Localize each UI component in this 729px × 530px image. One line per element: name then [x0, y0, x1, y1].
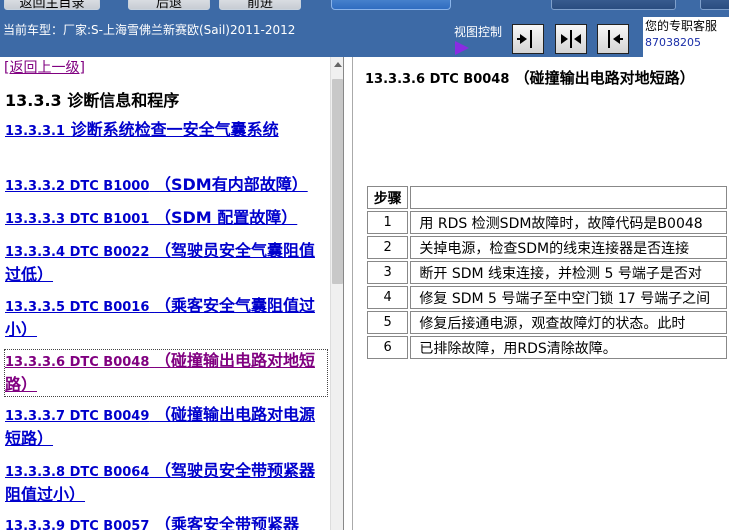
step-description: 已排除故障，用RDS清除故障。 [410, 336, 727, 359]
current-car-model: 当前车型：厂家:S-上海雪佛兰新赛欧(Sail)2011-2012 [3, 23, 296, 37]
table-header-row: 步骤 [367, 186, 727, 209]
toc-item-13-3-3-1[interactable]: 13.3.3.1 诊断系统检查一安全气囊系统 [5, 119, 327, 143]
table-row: 5 修复后接通电源，观查故障灯的状态。此时 [367, 311, 727, 334]
toc-item-13-3-3-4[interactable]: 13.3.3.4 DTC B0022 （驾驶员安全气囊阻值过低） [5, 240, 327, 286]
toc-item-code: 13.3.3.8 DTC B0064 [5, 465, 150, 480]
blue-panel-button[interactable] [331, 0, 451, 10]
step-number: 2 [367, 236, 409, 259]
view-control-arrow-icon [455, 41, 469, 55]
table-row: 4 修复 SDM 5 号端子至中空门锁 17 号端子之间 [367, 286, 727, 309]
toc-item-code: 13.3.3.1 [5, 124, 66, 139]
toolbar-dark-button[interactable] [551, 0, 676, 10]
main-menu-button[interactable]: 返回主目录 [4, 0, 100, 10]
toc-item-13-3-3-6[interactable]: 13.3.3.6 DTC B0048 （碰撞输出电路对地短路） [4, 349, 328, 397]
toc-item-13-3-3-8[interactable]: 13.3.3.8 DTC B0064 （驾驶员安全带预紧器阻值过小） [5, 460, 327, 506]
toolbar-close-button[interactable] [700, 0, 729, 10]
toc-item-code: 13.3.3.7 DTC B0049 [5, 409, 150, 424]
toc-item-code: 13.3.3.4 DTC B0022 [5, 245, 150, 260]
step-description: 修复 SDM 5 号端子至中空门锁 17 号端子之间 [410, 286, 727, 309]
toc-item-code: 13.3.3.5 DTC B0016 [5, 300, 150, 315]
step-number: 6 [367, 336, 409, 359]
customer-service-phone: 87038205 [645, 36, 701, 49]
customer-service-box: 您的专职客服 87038205 [643, 17, 729, 57]
step-description: 断开 SDM 线束连接，并检测 5 号端子是否对 [410, 261, 727, 284]
toc-item-13-3-3-3[interactable]: 13.3.3.3 DTC B1001 （SDM 配置故障） [5, 207, 327, 231]
toc-item-code: 13.3.3.2 DTC B1000 [5, 179, 150, 194]
toc-item-13-3-3-2[interactable]: 13.3.3.2 DTC B1000 （SDM有内部故障） [5, 174, 327, 198]
expand-right-icon [517, 30, 532, 48]
table-row: 3 断开 SDM 线束连接，并检测 5 号端子是否对 [367, 261, 727, 284]
step-number: 3 [367, 261, 409, 284]
content-pane: 13.3.3.6 DTC B0048 （碰撞输出电路对地短路） 步骤 1 用 R… [352, 57, 729, 530]
step-description: 用 RDS 检测SDM故障时，故障代码是B0048 [410, 211, 727, 234]
top-toolbar: 返回主目录 后退 前进 当前车型：厂家:S-上海雪佛兰新赛欧(Sail)2011… [0, 0, 729, 57]
view-control-label: 视图控制 [454, 25, 503, 39]
toc-item-code: 13.3.3.3 DTC B1001 [5, 212, 150, 227]
step-description: 关掉电源，检查SDM的线束连接器是否连接 [410, 236, 727, 259]
table-row: 1 用 RDS 检测SDM故障时，故障代码是B0048 [367, 211, 727, 234]
toc-item-code: 13.3.3.6 DTC B0048 [5, 355, 150, 370]
expand-left-icon [608, 30, 623, 48]
step-number: 4 [367, 286, 409, 309]
step-column-header: 步骤 [367, 186, 409, 209]
diagnostic-steps-table: 步骤 1 用 RDS 检测SDM故障时，故障代码是B0048 2 关掉电源，检查… [365, 184, 729, 361]
toc-item-text: （SDM有内部故障） [154, 175, 308, 194]
right-pane-only-button[interactable] [512, 24, 544, 54]
page-title-code: 13.3.3.6 DTC B0048 [365, 72, 510, 87]
toc-item-text: 诊断系统检查一安全气囊系统 [70, 120, 279, 139]
toc-scrollbar[interactable] [330, 57, 343, 530]
table-row: 6 已排除故障，用RDS清除故障。 [367, 336, 727, 359]
page-title-text: （碰撞输出电路对地短路） [514, 69, 695, 87]
back-to-parent-link[interactable]: [返回上一级] [4, 57, 85, 77]
toc-item-13-3-3-7[interactable]: 13.3.3.7 DTC B0049 （碰撞输出电路对电源短路） [5, 404, 327, 450]
back-button[interactable]: 后退 [128, 0, 210, 10]
scroll-up-arrow-icon[interactable] [334, 62, 342, 67]
scrollbar-thumb[interactable] [332, 79, 343, 284]
toc-item-text: （SDM 配置故障） [154, 208, 298, 227]
table-row: 2 关掉电源，检查SDM的线束连接器是否连接 [367, 236, 727, 259]
description-column-header [410, 186, 727, 209]
toc-item-code: 13.3.3.9 DTC B0057 [5, 519, 150, 530]
toc-pane: [返回上一级] 13.3.3 诊断信息和程序 13.3.3.1 诊断系统检查一安… [0, 57, 344, 530]
step-number: 1 [367, 211, 409, 234]
left-pane-only-button[interactable] [597, 24, 629, 54]
toc-item-text: （乘客安全带预紧器 [154, 515, 299, 530]
page-title: 13.3.3.6 DTC B0048 （碰撞输出电路对地短路） [365, 67, 695, 88]
both-panes-button[interactable] [555, 24, 587, 54]
split-view-icon [561, 30, 581, 48]
section-title: 13.3.3 诊断信息和程序 [5, 91, 180, 110]
step-number: 5 [367, 311, 409, 334]
step-description: 修复后接通电源，观查故障灯的状态。此时 [410, 311, 727, 334]
customer-service-label: 您的专职客服 [645, 19, 718, 33]
toc-item-13-3-3-9[interactable]: 13.3.3.9 DTC B0057 （乘客安全带预紧器 [5, 514, 327, 530]
forward-button[interactable]: 前进 [219, 0, 301, 10]
toc-item-13-3-3-5[interactable]: 13.3.3.5 DTC B0016 （乘客安全气囊阻值过小） [5, 295, 327, 341]
